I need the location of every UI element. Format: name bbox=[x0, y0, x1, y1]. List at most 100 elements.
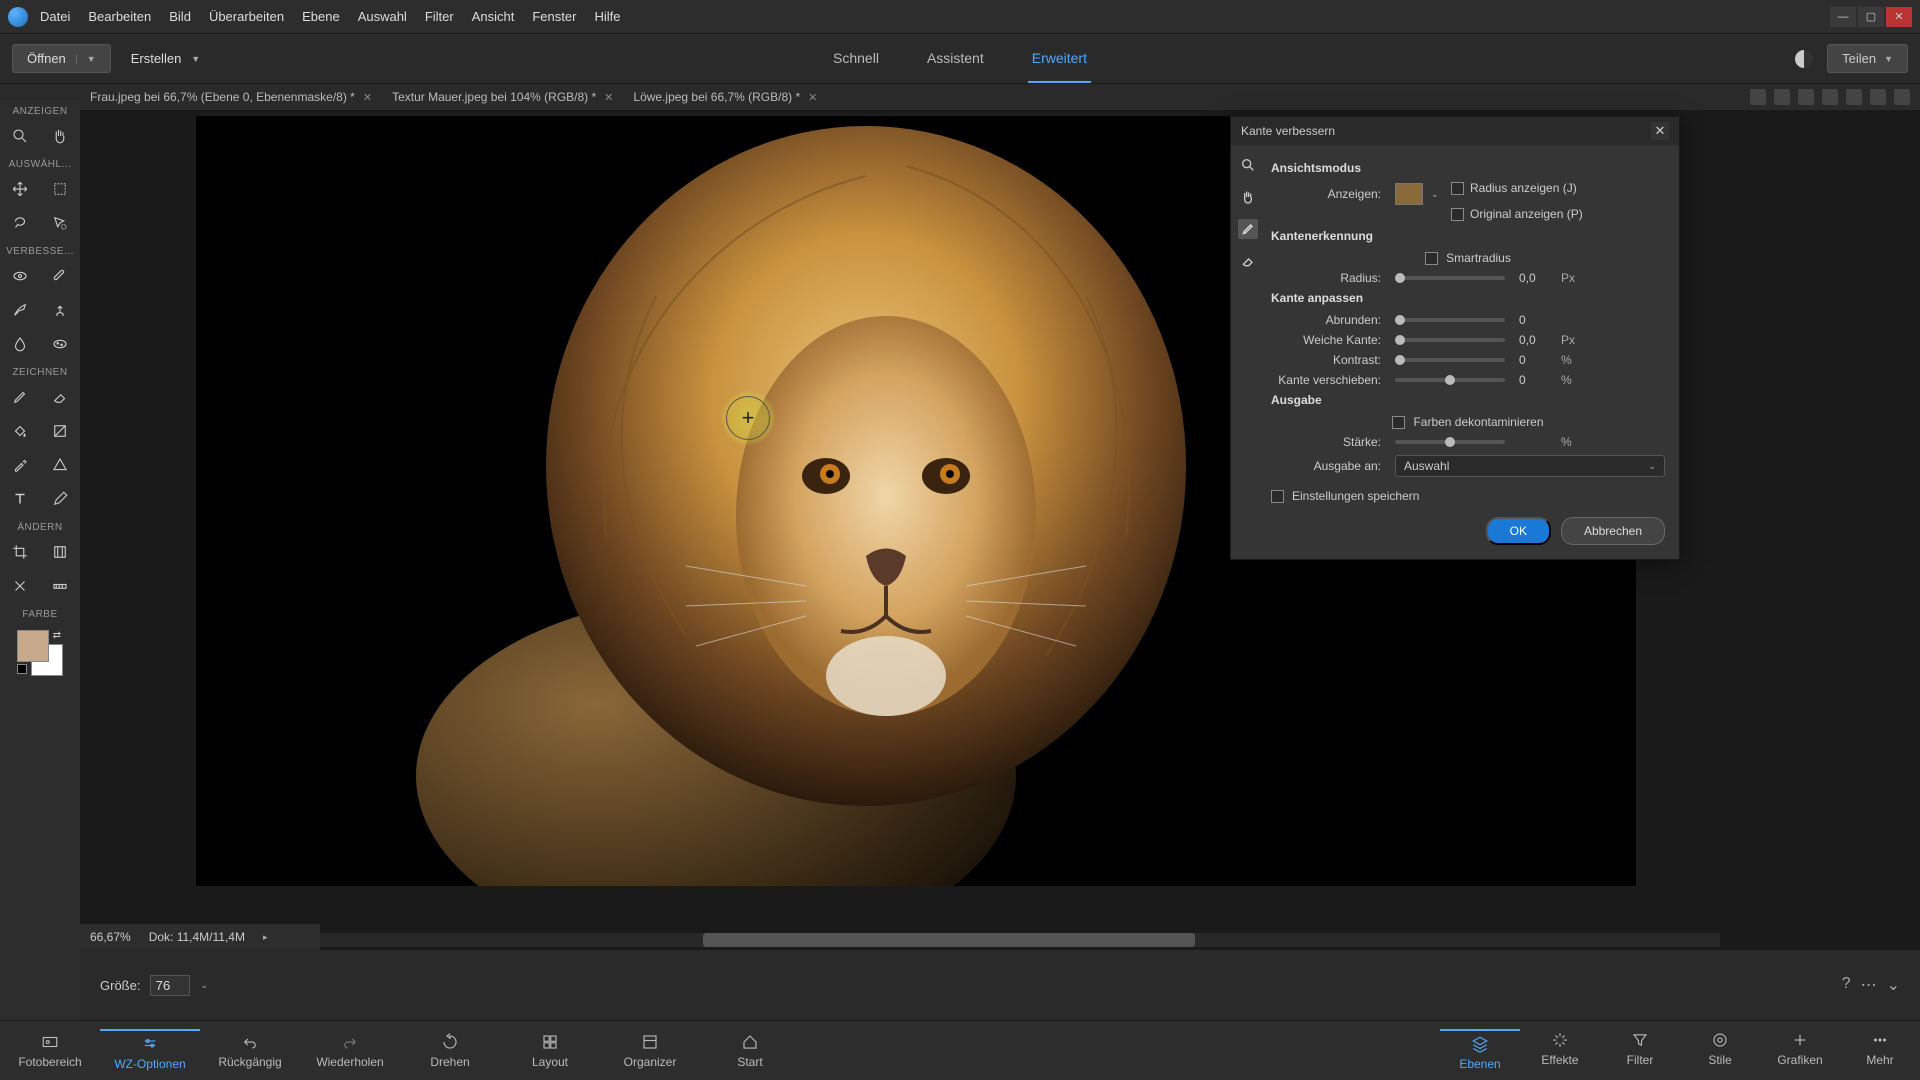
open-button[interactable]: Öffnen ▼ bbox=[12, 44, 111, 73]
quick-select-tool-icon[interactable] bbox=[40, 206, 80, 240]
redo-button[interactable]: Wiederholen bbox=[300, 1033, 400, 1069]
brush-tool-icon[interactable] bbox=[0, 380, 40, 414]
crop-tool-icon[interactable] bbox=[0, 535, 40, 569]
smart-radius-checkbox[interactable] bbox=[1425, 252, 1438, 265]
radius-value[interactable]: 0,0 bbox=[1513, 271, 1553, 285]
layer-fx-icon[interactable] bbox=[1774, 89, 1790, 105]
close-icon[interactable]: ✕ bbox=[808, 91, 817, 104]
menu-select[interactable]: Auswahl bbox=[358, 9, 407, 24]
graphics-panel-button[interactable]: Grafiken bbox=[1760, 1031, 1840, 1071]
foreground-color-swatch[interactable] bbox=[17, 630, 49, 662]
styles-panel-button[interactable]: Stile bbox=[1680, 1031, 1760, 1071]
remember-checkbox[interactable] bbox=[1271, 490, 1284, 503]
minimize-button[interactable]: — bbox=[1830, 7, 1856, 27]
cancel-button[interactable]: Abbrechen bbox=[1561, 517, 1665, 545]
close-icon[interactable]: ✕ bbox=[363, 91, 372, 104]
menu-filter[interactable]: Filter bbox=[425, 9, 454, 24]
show-original-checkbox[interactable] bbox=[1451, 208, 1464, 221]
swap-colors-icon[interactable]: ⇄ bbox=[53, 630, 61, 641]
smooth-value[interactable]: 0 bbox=[1513, 313, 1553, 327]
zoom-tool-icon[interactable] bbox=[0, 119, 40, 153]
hand-tool-icon[interactable] bbox=[40, 119, 80, 153]
spot-heal-tool-icon[interactable] bbox=[40, 259, 80, 293]
marquee-tool-icon[interactable] bbox=[40, 172, 80, 206]
tab-frau[interactable]: Frau.jpeg bei 66,7% (Ebene 0, Ebenenmask… bbox=[80, 86, 382, 108]
organizer-button[interactable]: Organizer bbox=[600, 1033, 700, 1069]
scrollbar-thumb[interactable] bbox=[703, 933, 1195, 947]
eyedropper-tool-icon[interactable] bbox=[0, 448, 40, 482]
gradient-tool-icon[interactable] bbox=[40, 414, 80, 448]
text-tool-icon[interactable] bbox=[0, 482, 40, 516]
photobin-button[interactable]: Fotobereich bbox=[0, 1033, 100, 1069]
more-panel-button[interactable]: Mehr bbox=[1840, 1031, 1920, 1071]
eraser-tool-icon[interactable] bbox=[40, 380, 80, 414]
menu-edit[interactable]: Bearbeiten bbox=[88, 9, 151, 24]
effects-panel-button[interactable]: Effekte bbox=[1520, 1031, 1600, 1071]
mode-expert[interactable]: Erweitert bbox=[1028, 35, 1091, 83]
decon-checkbox[interactable] bbox=[1392, 416, 1405, 429]
dialog-zoom-icon[interactable] bbox=[1238, 155, 1258, 175]
straighten-tool-icon[interactable] bbox=[40, 569, 80, 603]
layout-button[interactable]: Layout bbox=[500, 1033, 600, 1069]
menu-enhance[interactable]: Überarbeiten bbox=[209, 9, 284, 24]
close-button[interactable]: ✕ bbox=[1886, 7, 1912, 27]
size-input[interactable] bbox=[150, 975, 190, 996]
horizontal-scrollbar[interactable] bbox=[80, 930, 1720, 950]
undo-button[interactable]: Rückgängig bbox=[200, 1033, 300, 1069]
recompose-tool-icon[interactable] bbox=[40, 535, 80, 569]
feather-slider[interactable] bbox=[1395, 338, 1505, 342]
dialog-refine-brush-icon[interactable] bbox=[1238, 219, 1258, 239]
tool-options-button[interactable]: WZ-Optionen bbox=[100, 1029, 200, 1071]
options-menu-icon[interactable]: ⋯ bbox=[1861, 975, 1877, 995]
maximize-button[interactable]: ▢ bbox=[1858, 7, 1884, 27]
filters-panel-button[interactable]: Filter bbox=[1600, 1031, 1680, 1071]
contrast-slider[interactable] bbox=[1395, 358, 1505, 362]
help-icon[interactable]: ? bbox=[1842, 975, 1851, 995]
content-move-tool-icon[interactable] bbox=[0, 569, 40, 603]
tab-loewe[interactable]: Löwe.jpeg bei 66,7% (RGB/8) *✕ bbox=[623, 86, 827, 108]
create-button[interactable]: Erstellen ▼ bbox=[131, 51, 201, 66]
redeye-tool-icon[interactable] bbox=[0, 259, 40, 293]
blur-tool-icon[interactable] bbox=[0, 327, 40, 361]
close-icon[interactable]: ✕ bbox=[604, 91, 613, 104]
dialog-erase-refine-icon[interactable] bbox=[1238, 251, 1258, 271]
contrast-value[interactable]: 0 bbox=[1513, 353, 1553, 367]
menu-file[interactable]: Datei bbox=[40, 9, 70, 24]
shift-value[interactable]: 0 bbox=[1513, 373, 1553, 387]
layer-lock-icon[interactable] bbox=[1822, 89, 1838, 105]
pencil-tool-icon[interactable] bbox=[40, 482, 80, 516]
dialog-titlebar[interactable]: Kante verbessern ✕ bbox=[1231, 117, 1679, 145]
radius-slider[interactable] bbox=[1395, 276, 1505, 280]
menu-layer[interactable]: Ebene bbox=[302, 9, 340, 24]
menu-help[interactable]: Hilfe bbox=[594, 9, 620, 24]
color-swatch[interactable]: ⇄ bbox=[17, 630, 63, 676]
show-radius-checkbox[interactable] bbox=[1451, 182, 1464, 195]
collapse-icon[interactable]: ⌄ bbox=[1887, 975, 1900, 995]
smart-brush-tool-icon[interactable] bbox=[0, 293, 40, 327]
home-button[interactable]: Start bbox=[700, 1033, 800, 1069]
layer-adjust-icon[interactable] bbox=[1846, 89, 1862, 105]
new-layer-icon[interactable] bbox=[1750, 89, 1766, 105]
menu-view[interactable]: Ansicht bbox=[472, 9, 515, 24]
menu-image[interactable]: Bild bbox=[169, 9, 191, 24]
dialog-close-button[interactable]: ✕ bbox=[1651, 122, 1669, 140]
layer-mask-icon[interactable] bbox=[1798, 89, 1814, 105]
share-button[interactable]: Teilen ▼ bbox=[1827, 44, 1908, 73]
size-caret-icon[interactable]: ⌄ bbox=[200, 980, 208, 991]
sponge-tool-icon[interactable] bbox=[40, 327, 80, 361]
panel-menu-icon[interactable] bbox=[1894, 89, 1910, 105]
view-thumbnail[interactable] bbox=[1395, 183, 1423, 205]
mode-quick[interactable]: Schnell bbox=[829, 35, 883, 83]
smooth-slider[interactable] bbox=[1395, 318, 1505, 322]
shape-tool-icon[interactable] bbox=[40, 448, 80, 482]
output-select[interactable]: Auswahl⌄ bbox=[1395, 455, 1665, 477]
open-caret-icon[interactable]: ▼ bbox=[76, 54, 96, 64]
default-colors-icon[interactable] bbox=[17, 664, 27, 674]
strength-slider[interactable] bbox=[1395, 440, 1505, 444]
feather-value[interactable]: 0,0 bbox=[1513, 333, 1553, 347]
rotate-button[interactable]: Drehen bbox=[400, 1033, 500, 1069]
mode-guided[interactable]: Assistent bbox=[923, 35, 988, 83]
fill-tool-icon[interactable] bbox=[0, 414, 40, 448]
clone-tool-icon[interactable] bbox=[40, 293, 80, 327]
view-dropdown-icon[interactable]: ⌄ bbox=[1431, 189, 1439, 200]
